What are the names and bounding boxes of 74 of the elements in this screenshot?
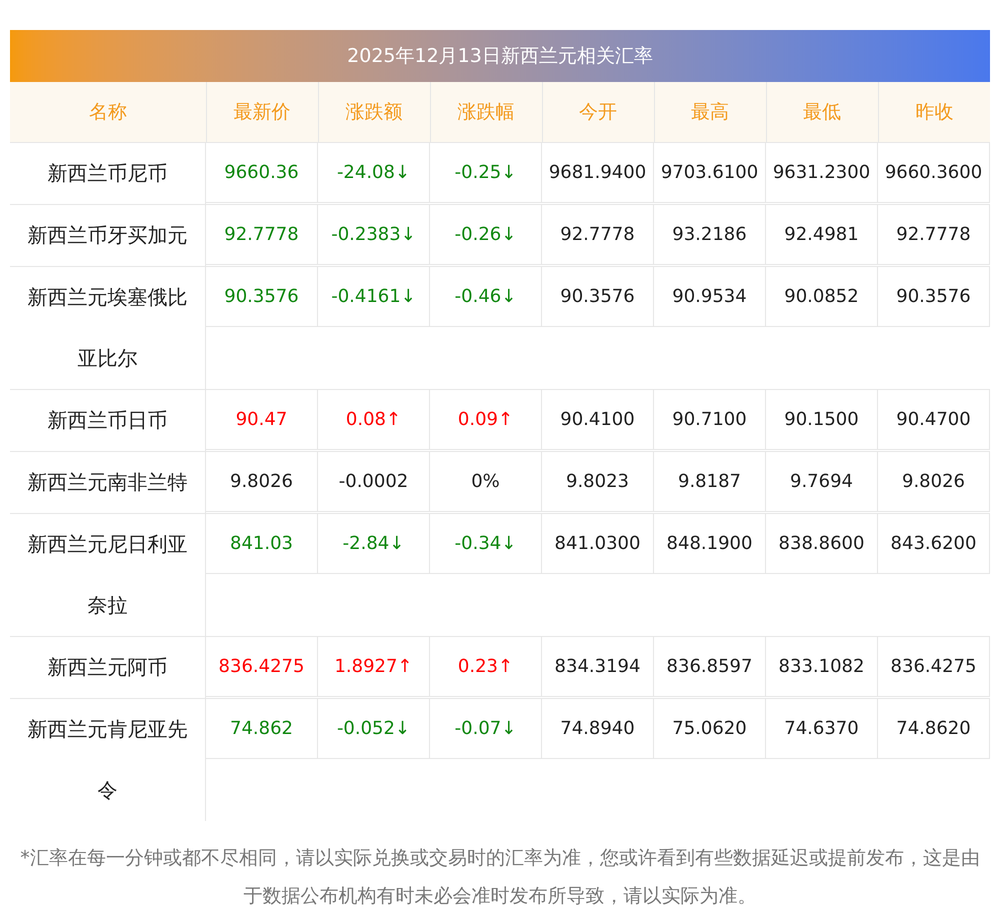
table-cell: 90.7100 xyxy=(654,389,766,450)
currency-name: 新西兰币尼币 xyxy=(10,142,206,204)
currency-name: 新西兰元阿币 xyxy=(10,636,206,698)
table-cell: 843.6200 xyxy=(878,513,990,574)
table-cell: 74.6370 xyxy=(766,698,878,759)
table-cell: 841.0300 xyxy=(542,513,654,574)
table-cell: 9.8026 xyxy=(878,451,990,512)
currency-name: 新西兰元尼日利亚奈拉 xyxy=(10,513,206,636)
table-cell: -24.08↓ xyxy=(318,142,430,203)
column-header: 名称 xyxy=(10,82,206,142)
table-cell: -0.052↓ xyxy=(318,698,430,759)
table-cell: 9660.36 xyxy=(206,142,318,203)
table-cell: 833.1082 xyxy=(766,636,878,697)
table-cell: 836.8597 xyxy=(654,636,766,697)
table-cell: 93.2186 xyxy=(654,204,766,265)
table-cell: 90.3576 xyxy=(542,266,654,327)
table-cell: 92.7778 xyxy=(206,204,318,265)
table-cell: 90.9534 xyxy=(654,266,766,327)
table-cell: 838.8600 xyxy=(766,513,878,574)
table-cell: 74.8940 xyxy=(542,698,654,759)
currency-name: 新西兰元埃塞俄比亚比尔 xyxy=(10,266,206,389)
table-cell: 0.08↑ xyxy=(318,389,430,450)
table-cell: -0.34↓ xyxy=(430,513,542,574)
column-header: 昨收 xyxy=(878,82,990,142)
table-cell: -0.2383↓ xyxy=(318,204,430,265)
table-cell: -0.26↓ xyxy=(430,204,542,265)
table-cell: -0.07↓ xyxy=(430,698,542,759)
table-cell: -0.25↓ xyxy=(430,142,542,203)
table-cell: 9703.6100 xyxy=(654,142,766,203)
table-cell: -0.46↓ xyxy=(430,266,542,327)
table-cell: 9660.3600 xyxy=(878,142,990,203)
table-cell: 74.862 xyxy=(206,698,318,759)
table-cell: 9.7694 xyxy=(766,451,878,512)
table-title: 2025年12月13日新西兰元相关汇率 xyxy=(10,30,990,82)
column-header: 涨跌额 xyxy=(318,82,430,142)
column-header: 涨跌幅 xyxy=(430,82,542,142)
currency-name: 新西兰币日币 xyxy=(10,389,206,451)
table-cell: 90.0852 xyxy=(766,266,878,327)
table-cell: 9.8023 xyxy=(542,451,654,512)
table-cell: 92.7778 xyxy=(878,204,990,265)
table-cell: 92.4981 xyxy=(766,204,878,265)
table-cell: 90.4700 xyxy=(878,389,990,450)
table-cell: 75.0620 xyxy=(654,698,766,759)
column-header: 最新价 xyxy=(206,82,318,142)
table-cell: 848.1900 xyxy=(654,513,766,574)
table-cell: 836.4275 xyxy=(878,636,990,697)
table-cell: 74.8620 xyxy=(878,698,990,759)
table-cell: 0.09↑ xyxy=(430,389,542,450)
currency-name: 新西兰元南非兰特 xyxy=(10,451,206,513)
table-cell: 836.4275 xyxy=(206,636,318,697)
table-cell: -0.0002 xyxy=(318,451,430,512)
table-cell: 834.3194 xyxy=(542,636,654,697)
column-header: 最高 xyxy=(654,82,766,142)
table-cell: -0.4161↓ xyxy=(318,266,430,327)
footnote: *汇率在每一分钟或都不尽相同，请以实际兑换或交易时的汇率为准，您或许看到有些数据延迟或提前发布，这是由于数据公布机构有时未必会准时发布所导致，请以实际为准。 xyxy=(19,846,981,909)
currency-name: 新西兰元肯尼亚先令 xyxy=(10,698,206,821)
table-cell: 841.03 xyxy=(206,513,318,574)
table-cell: 90.3576 xyxy=(206,266,318,327)
table-cell: 9.8187 xyxy=(654,451,766,512)
table-cell: 90.47 xyxy=(206,389,318,450)
table-cell: 1.8927↑ xyxy=(318,636,430,697)
table-cell: 92.7778 xyxy=(542,204,654,265)
table-cell: 0% xyxy=(430,451,542,512)
table-cell: 0.23↑ xyxy=(430,636,542,697)
table-cell: 9.8026 xyxy=(206,451,318,512)
table-cell: 90.1500 xyxy=(766,389,878,450)
table-cell: 9631.2300 xyxy=(766,142,878,203)
column-header: 最低 xyxy=(766,82,878,142)
table-cell: 9681.9400 xyxy=(542,142,654,203)
table-cell: -2.84↓ xyxy=(318,513,430,574)
table-cell: 90.3576 xyxy=(878,266,990,327)
column-header: 今开 xyxy=(542,82,654,142)
table-cell: 90.4100 xyxy=(542,389,654,450)
currency-name: 新西兰币牙买加元 xyxy=(10,204,206,266)
